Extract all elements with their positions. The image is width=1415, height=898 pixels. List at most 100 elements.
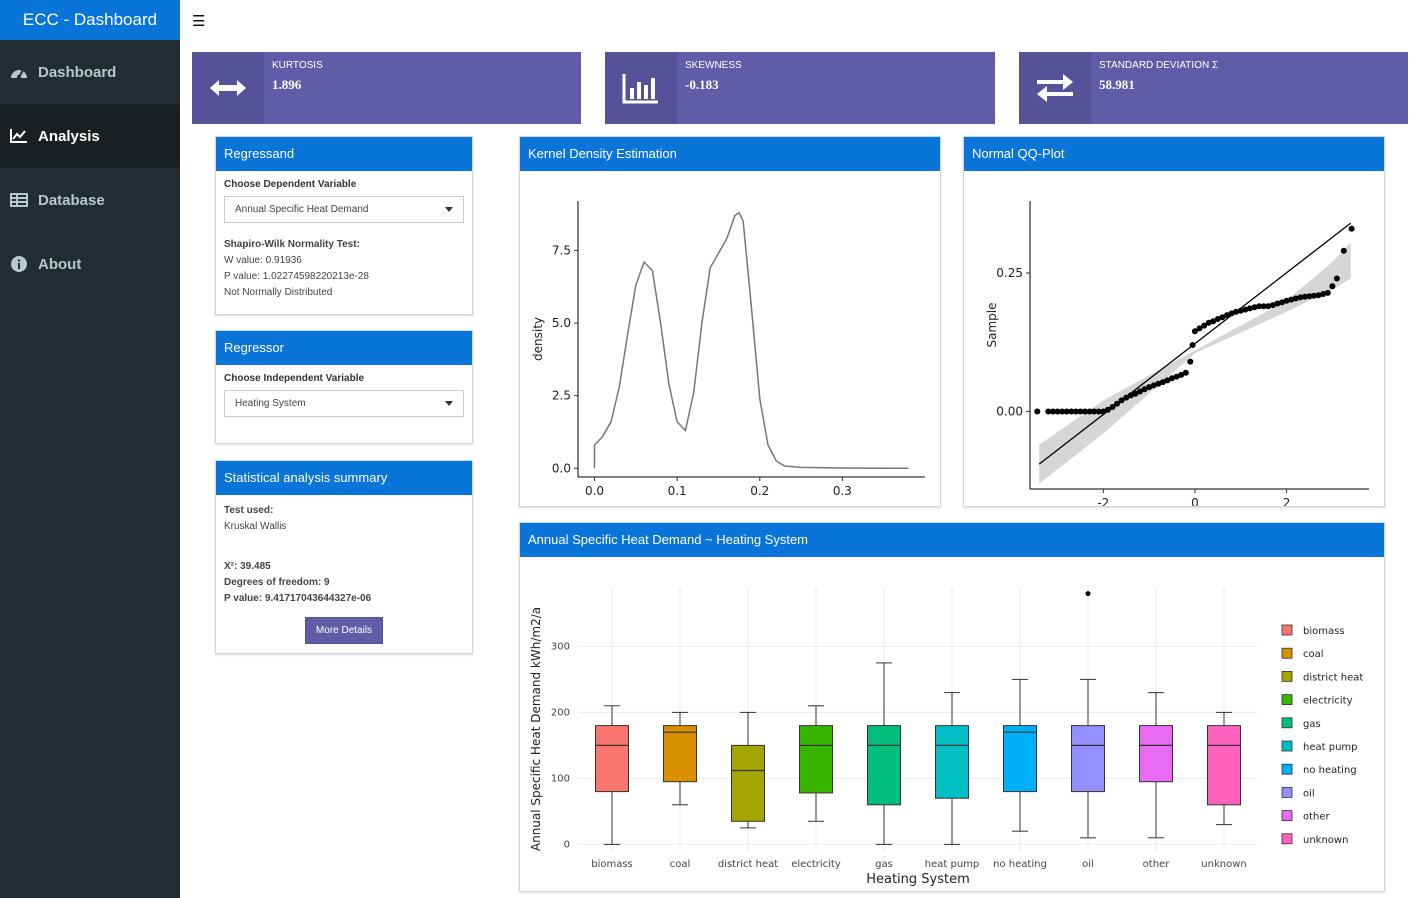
legend-swatch	[1281, 694, 1293, 706]
statistical-summary-box: Statistical analysis summary Test used: …	[215, 460, 473, 654]
infobox-value: 58.981	[1099, 77, 1135, 92]
box-oil	[1071, 725, 1105, 793]
w-value: W value: 0.91936	[224, 255, 302, 266]
qq-point	[1187, 358, 1194, 365]
x-tick-label: 0.2	[750, 484, 769, 498]
qq-point	[1348, 225, 1355, 232]
more-details-button[interactable]: More Details	[304, 617, 384, 644]
y-tick-label: 0.0	[552, 461, 571, 475]
x-tick-label: gas	[875, 859, 893, 870]
legend-label: unknown	[1303, 835, 1348, 846]
chi-square-value: X²: 39.485	[224, 561, 271, 572]
sidebar-item-label: Database	[38, 191, 105, 209]
exchange-icon	[1019, 52, 1091, 124]
infobox-label: KURTOSIS	[272, 60, 323, 71]
x-axis-label: Heating System	[866, 872, 970, 887]
legend-swatch	[1281, 671, 1293, 682]
infobox-value: 1.896	[272, 77, 302, 92]
x-tick-label: coal	[670, 859, 691, 870]
qq-point	[1189, 342, 1196, 348]
bar-chart-icon	[605, 52, 677, 124]
y-tick-label: 5.0	[552, 316, 571, 330]
box-title: Kernel Density Estimation	[520, 137, 940, 171]
sidebar-item-database[interactable]: Database	[0, 168, 180, 232]
legend-swatch	[1281, 647, 1293, 659]
legend-swatch	[1281, 810, 1293, 822]
legend-swatch	[1281, 786, 1293, 798]
info-circle-icon	[10, 255, 28, 273]
kurtosis-infobox: KURTOSIS 1.896	[192, 52, 581, 124]
arrows-h-icon	[192, 52, 264, 124]
table-icon	[10, 191, 28, 209]
x-tick-label: unknown	[1201, 859, 1246, 870]
qq-point	[1329, 283, 1336, 290]
normality-conclusion: Not Normally Distributed	[224, 287, 333, 298]
dependent-variable-select[interactable]: Annual Specific Heat Demand	[224, 196, 464, 223]
sidebar-item-label: About	[38, 255, 82, 273]
x-tick-label: oil	[1082, 859, 1094, 870]
infobox-label: STANDARD DEVIATION σ	[1099, 60, 1219, 71]
sidebar-item-label: Analysis	[38, 127, 100, 145]
boxplot-box: Annual Specific Heat Demand ~ Heating Sy…	[519, 522, 1385, 892]
regressand-box: Regressand Choose Dependent Variable Ann…	[215, 136, 473, 315]
test-used-label: Test used:	[224, 505, 274, 516]
y-tick-label: 2.5	[552, 389, 571, 403]
sidebar-toggle-icon[interactable]: ☰	[192, 12, 205, 30]
test-used: Kruskal Wallis	[224, 521, 287, 532]
app-title[interactable]: ECC - Dashboard	[0, 0, 180, 40]
box-title: Regressor	[216, 331, 472, 365]
x-tick-label: 0	[1191, 496, 1199, 506]
qq-chart: 0.000.25-202TheoreticalSample	[985, 201, 1369, 533]
box-biomass	[595, 725, 629, 793]
x-tick-label: heat pump	[925, 859, 980, 870]
chevron-down-icon	[445, 401, 453, 406]
x-tick-label: -2	[1097, 496, 1109, 506]
sidebar-item-dashboard[interactable]: Dashboard	[0, 40, 180, 104]
box-title: Statistical analysis summary	[216, 461, 472, 495]
legend-swatch	[1281, 763, 1293, 775]
chevron-down-icon	[445, 207, 453, 212]
legend-label: oil	[1303, 788, 1315, 799]
legend-label: gas	[1303, 719, 1321, 730]
y-axis-label: density	[531, 317, 545, 361]
sidebar-item-about[interactable]: About	[0, 232, 180, 296]
qq-point	[1340, 247, 1347, 254]
box-title: Normal QQ-Plot	[964, 137, 1384, 171]
sidebar-item-analysis[interactable]: Analysis	[0, 104, 180, 168]
select-label: Choose Independent Variable	[224, 373, 365, 384]
box-district-heat	[731, 744, 765, 822]
kde-chart: 0.02.55.07.50.00.10.20.3xdensity	[531, 201, 925, 520]
summary-p-value: P value: 9.41717043644327e-06	[224, 593, 372, 604]
y-tick-label: 200	[551, 707, 570, 718]
y-tick-label: 0.00	[996, 404, 1023, 418]
outlier-point	[1085, 591, 1091, 597]
box-coal	[663, 725, 697, 783]
x-tick-label: district heat	[718, 859, 778, 870]
box-other	[1139, 725, 1173, 783]
x-tick-label: 2	[1283, 496, 1291, 506]
box-gas	[867, 725, 901, 806]
kde-box: Kernel Density Estimation 0.0 2.5 5.0 7.5 0.…	[519, 136, 941, 520]
density-curve	[593, 211, 909, 470]
legend-label: biomass	[1303, 626, 1345, 637]
qq-point	[1182, 369, 1189, 376]
regressor-box: Regressor Choose Independent Variable He…	[215, 330, 473, 444]
x-tick-label: 0.3	[833, 484, 852, 498]
box-title: Regressand	[216, 137, 472, 171]
legend-swatch	[1281, 717, 1293, 729]
x-tick-label: electricity	[791, 859, 841, 870]
legend-label: coal	[1303, 649, 1324, 660]
qq-box: Normal QQ-Plot 0.000.25-202TheoreticalSa…	[963, 136, 1385, 533]
y-axis-label: Annual Specific Heat Demand kWh/m2/a	[529, 607, 543, 851]
std-dev-infobox: STANDARD DEVIATION σ 58.981	[1019, 52, 1408, 124]
legend-swatch	[1281, 740, 1293, 752]
qq-point	[1333, 275, 1340, 282]
y-tick-label: 100	[551, 773, 570, 784]
x-tick-label: no heating	[993, 859, 1047, 870]
line-chart-icon	[10, 127, 28, 145]
box-electricity	[799, 725, 833, 794]
independent-variable-select[interactable]: Heating System	[224, 390, 464, 417]
select-value: Annual Specific Heat Demand	[235, 204, 369, 215]
y-axis-label: Sample	[985, 303, 999, 348]
y-tick-label: 300	[551, 641, 570, 652]
